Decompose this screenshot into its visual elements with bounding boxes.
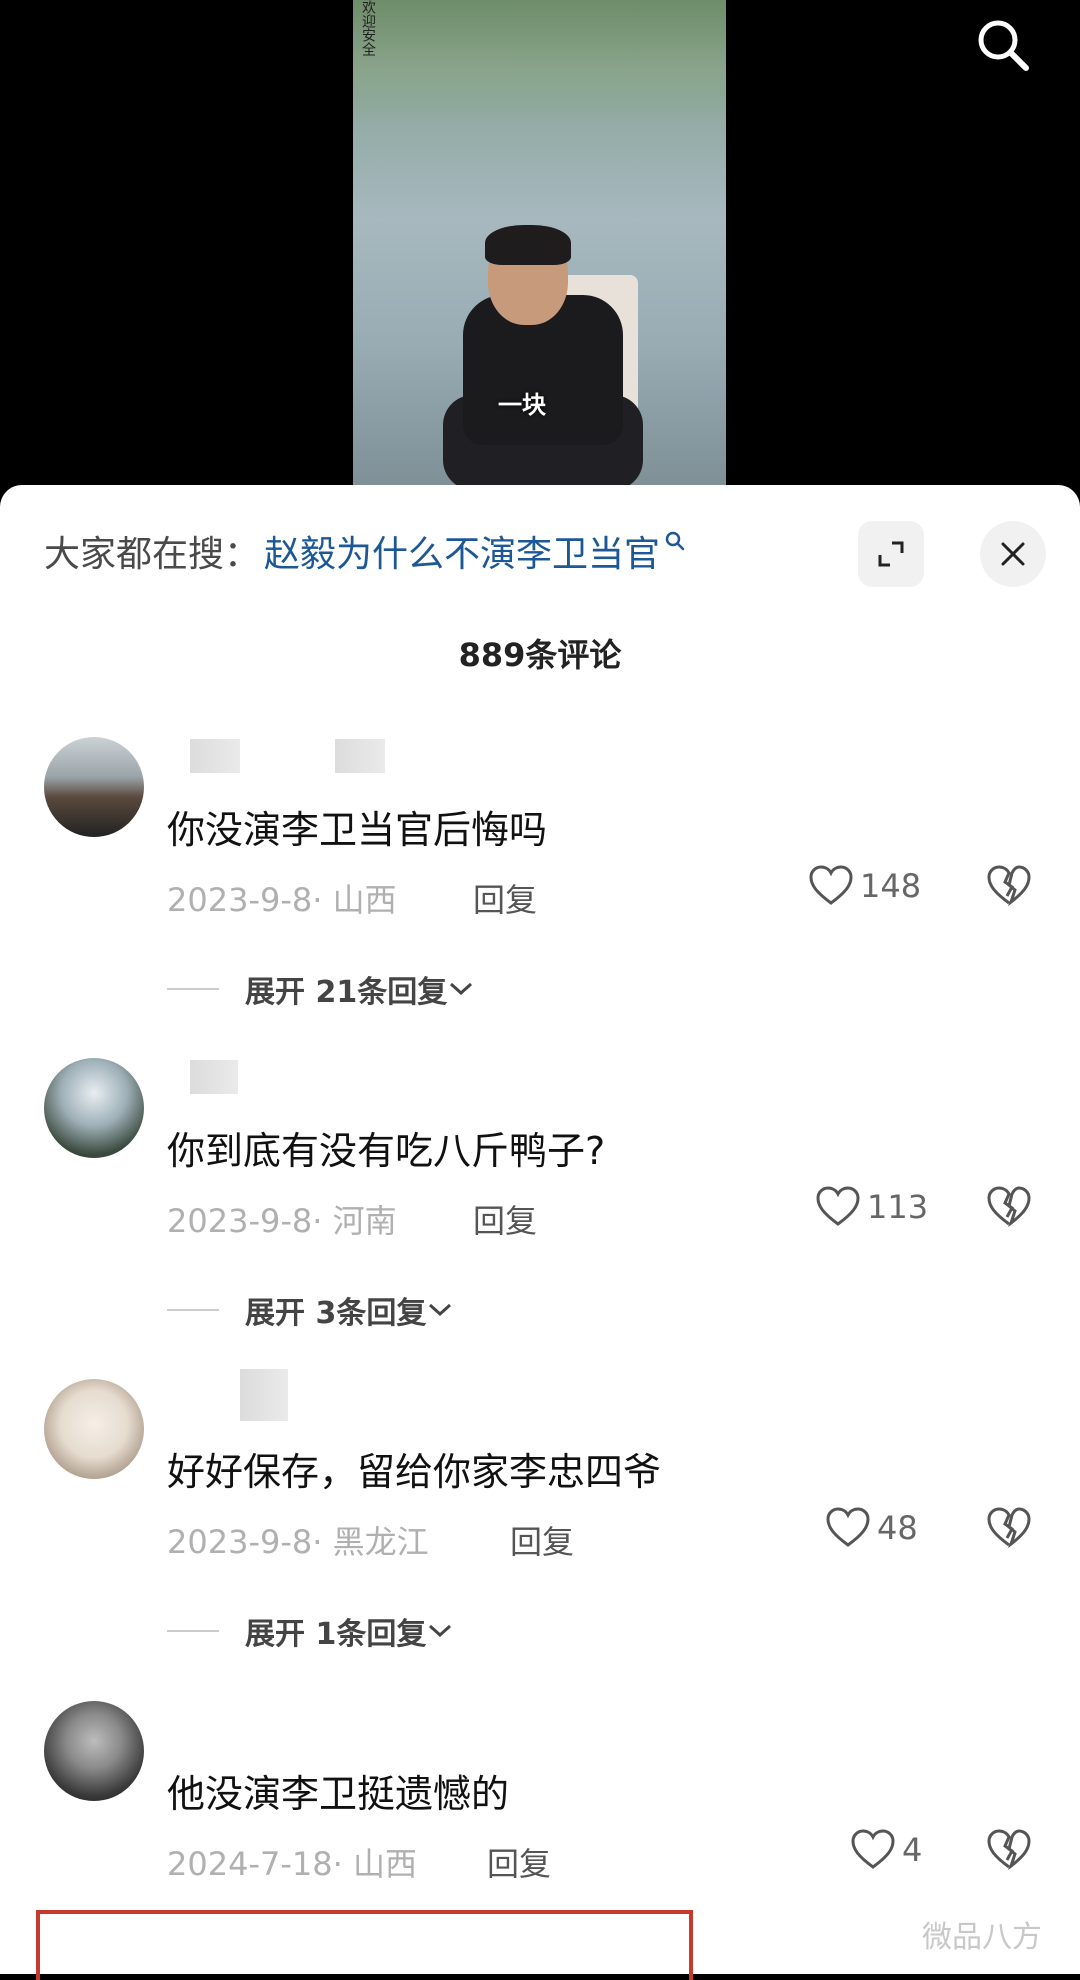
comment-meta: 2023-9-8· 黑龙江	[167, 1523, 429, 1561]
heart-icon	[851, 1829, 895, 1869]
close-button[interactable]	[980, 521, 1046, 587]
dislike-button[interactable]	[986, 1186, 1032, 1232]
search-icon	[978, 20, 1029, 71]
reply-button[interactable]: 回复	[473, 1196, 537, 1242]
like-button[interactable]: 48	[825, 1507, 918, 1549]
dislike-button[interactable]	[986, 1507, 1032, 1553]
like-count: 113	[867, 1188, 929, 1226]
like-count: 148	[860, 867, 922, 905]
avatar[interactable]	[44, 1701, 144, 1801]
avatar[interactable]	[44, 1058, 144, 1158]
broken-heart-icon	[987, 1829, 1031, 1871]
comment-text: 你没演李卫当官后悔吗	[167, 808, 548, 852]
comment-meta: 2023-9-8· 河南	[167, 1202, 397, 1240]
avatar[interactable]	[44, 1379, 144, 1479]
username-redacted	[190, 1060, 238, 1094]
comment-text: 你到底有没有吃八斤鸭子?	[167, 1129, 606, 1173]
chevron-down-icon	[429, 1303, 452, 1317]
search-icon	[665, 531, 685, 551]
hot-search-bar[interactable]: 大家都在搜： 赵毅为什么不演李卫当官	[44, 525, 686, 577]
username-redacted	[240, 1369, 288, 1421]
dislike-button[interactable]	[986, 1829, 1032, 1875]
expand-replies-button[interactable]: 展开 1条回复	[167, 1609, 454, 1653]
comment-meta: 2023-9-8· 山西	[167, 881, 397, 919]
reply-button[interactable]: 回复	[487, 1839, 551, 1885]
expand-icon	[878, 541, 904, 567]
video-frame[interactable]: 欢迎安全 一块	[353, 0, 726, 490]
like-count: 4	[902, 1831, 923, 1869]
water-reflection	[353, 0, 726, 120]
comment-count: 889条评论	[458, 636, 622, 674]
like-button[interactable]: 148	[808, 865, 921, 907]
comments-sheet: 大家都在搜： 赵毅为什么不演李卫当官 889条评论 你没演李卫当官后悔吗 202…	[0, 485, 1080, 1974]
like-count: 48	[877, 1509, 918, 1547]
close-icon	[1001, 542, 1025, 566]
watermark: 微品八方	[922, 1920, 1042, 1955]
heart-icon	[809, 865, 853, 905]
hot-search-link[interactable]: 赵毅为什么不演李卫当官	[264, 525, 660, 577]
comment-text: 好好保存，留给你家李忠四爷	[167, 1450, 662, 1494]
reply-button[interactable]: 回复	[473, 875, 537, 921]
video-watermark: 欢迎安全	[360, 0, 376, 56]
video-subtitle: 一块	[498, 391, 546, 419]
expand-replies-button[interactable]: 展开 3条回复	[167, 1288, 454, 1332]
chevron-down-icon	[429, 1624, 452, 1638]
avatar[interactable]	[44, 737, 144, 837]
broken-heart-icon	[987, 1186, 1031, 1228]
username-redacted	[190, 739, 240, 773]
broken-heart-icon	[987, 1507, 1031, 1549]
dislike-button[interactable]	[986, 865, 1032, 911]
heart-icon	[816, 1186, 860, 1226]
highlight-box	[36, 1910, 693, 1980]
username-redacted	[335, 739, 385, 773]
person-figure	[443, 225, 643, 490]
reply-button[interactable]: 回复	[510, 1517, 574, 1563]
comment-text: 他没演李卫挺遗憾的	[167, 1772, 510, 1816]
comment-meta: 2024-7-18· 山西	[167, 1845, 417, 1883]
hot-search-prefix: 大家都在搜：	[44, 534, 261, 575]
broken-heart-icon	[987, 865, 1031, 907]
expand-replies-button[interactable]: 展开 21条回复	[167, 967, 475, 1011]
like-button[interactable]: 113	[815, 1186, 928, 1228]
search-button[interactable]	[968, 10, 1038, 80]
heart-icon	[826, 1507, 870, 1547]
expand-button[interactable]	[858, 521, 924, 587]
chevron-down-icon	[450, 982, 473, 996]
like-button[interactable]: 4	[850, 1829, 922, 1871]
video-player[interactable]: 欢迎安全 一块	[0, 0, 1080, 490]
